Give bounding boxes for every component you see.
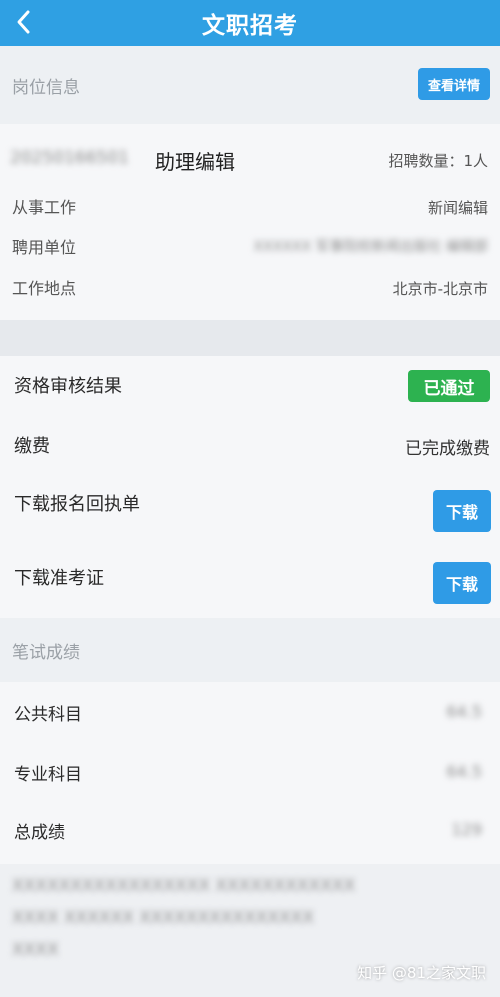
watermark: 知乎 @81之家文职 [357, 964, 486, 982]
section-title: 岗位信息 [12, 77, 80, 98]
receipt-label: 下载报名回执单 [14, 494, 140, 515]
total-score-label: 总成绩 [14, 823, 65, 843]
location-value: 北京市-北京市 [392, 280, 488, 298]
page: 文职招考 岗位信息 查看详情 20250166501 助理编辑 招聘数量：1人 … [0, 0, 500, 997]
qualification-status-badge: 已通过 [408, 370, 490, 402]
professional-subject-score: 64.5 [446, 762, 482, 781]
position-code: 20250166501 [10, 148, 129, 168]
view-details-button[interactable]: 查看详情 [418, 68, 490, 100]
professional-subject-label: 专业科目 [14, 765, 82, 785]
chevron-left-icon [17, 10, 30, 34]
payment-status: 已完成缴费 [405, 439, 490, 459]
download-admission-ticket-button[interactable]: 下载 [433, 562, 491, 604]
admission-ticket-label: 下载准考证 [14, 568, 104, 589]
location-label: 工作地点 [12, 279, 77, 298]
employer-value: XXXXXX 军事院校新闻出版社 编辑部 [253, 239, 488, 255]
payment-label: 缴费 [14, 436, 50, 457]
work-type-value: 新闻编辑 [427, 199, 488, 217]
page-title: 文职招考 [202, 13, 298, 39]
public-subject-score: 64.5 [446, 702, 482, 721]
footer-note-line-3: XXXX [12, 940, 59, 960]
section-divider [0, 320, 500, 356]
section-title: 笔试成绩 [12, 642, 80, 663]
scores-header: 笔试成绩 [0, 618, 500, 682]
work-type-label: 从事工作 [12, 198, 77, 217]
position-name: 助理编辑 [155, 150, 235, 174]
app-header: 文职招考 [0, 0, 500, 46]
public-subject-label: 公共科目 [14, 705, 82, 725]
back-button[interactable] [6, 4, 42, 40]
recruit-count: 招聘数量：1人 [388, 152, 488, 170]
total-score-value: 129 [451, 820, 482, 839]
application-status-card: 资格审核结果 已通过 缴费 已完成缴费 下载报名回执单 下载 下载准考证 下载 [0, 356, 500, 618]
download-receipt-button[interactable]: 下载 [433, 490, 491, 532]
footer-note-line-1: XXXXXXXXXXXXXXXXX XXXXXXXXXXXX [12, 876, 356, 896]
scores-card: 公共科目 64.5 专业科目 64.5 总成绩 129 [0, 682, 500, 864]
position-info-card: 20250166501 助理编辑 招聘数量：1人 从事工作 新闻编辑 聘用单位 … [0, 124, 500, 320]
employer-label: 聘用单位 [12, 238, 77, 257]
qualification-label: 资格审核结果 [14, 376, 122, 397]
footer-note-line-2: XXXX XXXXXX XXXXXXXXXXXXXXX [12, 908, 314, 928]
